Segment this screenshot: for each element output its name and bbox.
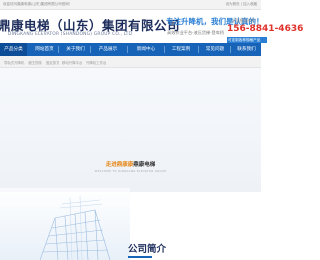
nav-item-contact[interactable]: 联系我们 [232,43,261,56]
main-nav: 产品分类 网站首页 关于我们 产品展示 新闻中心 工程案例 常见问题 联系我们 [0,43,261,56]
nav-item-news[interactable]: 新闻中心 [131,43,161,56]
section-heading-accent: 走进鼎康康 [105,162,134,168]
breadcrumb-link[interactable]: 固定剪叉 [46,60,60,65]
nav-separator [90,46,91,53]
nav-separator [164,46,165,53]
building-graphic-icon [0,188,130,260]
breadcrumb-link[interactable]: 液压货梯 [28,60,42,65]
breadcrumb-link[interactable]: 导轨式升降机 [4,60,24,65]
company-english-name: DINGKANG ELEVATOR (SHANDONG) GROUP CO., … [8,32,133,37]
intro-underline [128,256,152,258]
nav-item-product-category[interactable]: 产品分类 [0,43,27,56]
hotline-phone[interactable]: 156-8841-4636 [227,24,303,34]
nav-item-products[interactable]: 产品展示 [93,43,123,56]
breadcrumb-strip: 导轨式升降机 液压货梯 固定剪叉 移动升降平台 升降机工作台 [0,56,261,68]
nav-item-home[interactable]: 网站首页 [31,43,58,56]
site-header: 鼎康电梯（山东）集团有限公司 DINGKANG ELEVATOR (SHANDO… [0,10,303,43]
nav-separator [127,46,128,53]
custom-badge-text: 可定制各种规格产品 [228,37,261,42]
nav-separator [230,46,231,53]
top-right-links[interactable]: 设为首页 | 加入收藏 [226,2,257,7]
nav-item-about[interactable]: 关于我们 [62,43,89,56]
section-heading: 走进鼎康康鼎康电梯 [0,160,261,168]
company-intro-title: 公司简介 [128,244,167,255]
breadcrumb-link[interactable]: 升降机工作台 [86,60,106,65]
nav-item-cases[interactable]: 工程案例 [166,43,196,56]
nav-separator [58,46,59,53]
breadcrumb-link[interactable]: 移动升降平台 [62,60,82,65]
welcome-text: 欢迎访问鼎康电梯(山东)集团有限公司官网！ [3,2,73,6]
slogan-sub: 高效作业平台·液压货梯·登车桥 [167,30,225,35]
section-heading-english: WELCOME TO DINGKANG ELEVATOR GROUP [94,169,167,173]
section-heading-plain: 鼎康电梯 [133,162,156,168]
top-bar: 欢迎访问鼎康电梯(山东)集团有限公司官网！ 设为首页 | 加入收藏 [0,0,261,10]
nav-separator [198,46,199,53]
nav-item-faq[interactable]: 常见问题 [200,43,230,56]
